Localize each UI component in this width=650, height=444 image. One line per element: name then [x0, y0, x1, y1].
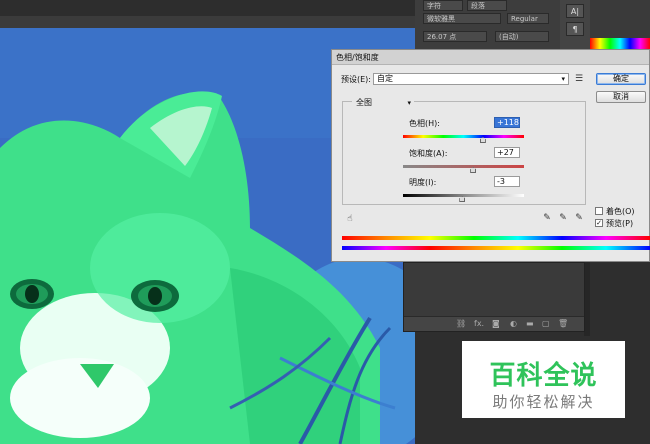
font-size-field[interactable]: 26.07 点	[423, 31, 487, 42]
panel-icon-column: A| ¶	[560, 0, 590, 56]
character-tab[interactable]: 字符	[423, 0, 463, 11]
adjustment-icon[interactable]: ◐	[510, 319, 517, 328]
output-color-bar	[342, 246, 650, 250]
new-layer-icon[interactable]: ▢	[542, 319, 550, 328]
font-family-field[interactable]: 微软雅黑	[423, 13, 501, 24]
leading-field[interactable]: (自动)	[495, 31, 549, 42]
layers-footer: ⛓ fx. ◙ ◐ ▬ ▢ 🗑	[404, 316, 584, 331]
fx-icon[interactable]: fx.	[474, 319, 484, 328]
ok-button[interactable]: 确定	[596, 73, 646, 85]
chevron-down-icon: ▾	[561, 75, 565, 83]
trash-icon[interactable]: 🗑	[558, 319, 568, 328]
options-bar	[0, 0, 415, 29]
colorize-label: 着色(O)	[606, 207, 635, 216]
colorize-checkbox[interactable]	[595, 207, 603, 215]
font-style-field[interactable]: Regular	[507, 13, 549, 24]
cancel-button[interactable]: 取消	[596, 91, 646, 103]
chevron-down-icon: ▾	[407, 99, 411, 107]
channel-select[interactable]: 全图 ▾	[352, 97, 414, 109]
preset-label: 预设(E):	[341, 75, 371, 84]
character-panel: 字符 段落 微软雅黑 Regular 26.07 点 (自动)	[415, 0, 561, 56]
eyedropper-icon[interactable]: ✎	[542, 213, 552, 223]
preset-select[interactable]: 自定 ▾	[373, 73, 569, 85]
hue-label: 色相(H):	[409, 119, 440, 128]
folder-icon[interactable]: ▬	[526, 319, 534, 328]
preview-label: 预览(P)	[606, 219, 634, 228]
adjustment-group	[342, 101, 586, 205]
character-panel-icon[interactable]: A|	[566, 4, 584, 18]
watermark-title: 百科全说	[489, 361, 598, 391]
lightness-input[interactable]: -3	[494, 176, 520, 187]
preset-options-icon[interactable]: ☰	[574, 74, 584, 84]
eyedropper-plus-icon[interactable]: ✎	[558, 213, 568, 223]
dialog-title[interactable]: 色相/饱和度	[332, 50, 649, 65]
targeted-adjustment-icon[interactable]: ☝	[345, 214, 355, 224]
lightness-label: 明度(I):	[409, 178, 437, 187]
saturation-input[interactable]: +27	[494, 147, 520, 158]
lightness-slider-track[interactable]	[403, 194, 524, 197]
layers-panel: ⛓ fx. ◙ ◐ ▬ ▢ 🗑	[403, 262, 585, 332]
paragraph-panel-icon[interactable]: ¶	[566, 22, 584, 36]
saturation-label: 饱和度(A):	[409, 149, 448, 158]
link-icon[interactable]: ⛓	[456, 319, 466, 328]
watermark-subtitle: 助你轻松解决	[492, 393, 595, 411]
mask-icon[interactable]: ◙	[492, 319, 500, 328]
hue-input[interactable]: +118	[494, 117, 520, 128]
channel-value: 全图	[356, 98, 372, 107]
input-color-bar	[342, 236, 650, 240]
saturation-slider-track[interactable]	[403, 165, 524, 168]
paragraph-tab[interactable]: 段落	[467, 0, 507, 11]
options-bar-lower	[0, 16, 415, 28]
hue-slider-track[interactable]	[403, 135, 524, 138]
preset-value: 自定	[377, 74, 393, 83]
preview-checkbox[interactable]: ✓	[595, 219, 603, 227]
eyedropper-minus-icon[interactable]: ✎	[574, 213, 584, 223]
watermark-logo: 百科全说 助你轻松解决	[462, 341, 625, 418]
